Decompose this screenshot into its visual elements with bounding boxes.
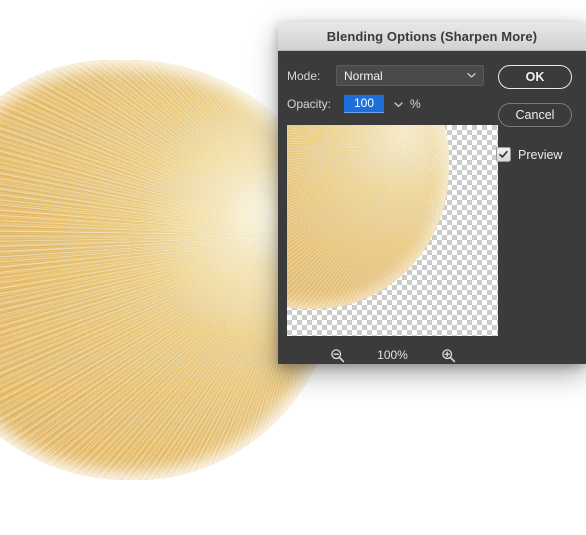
preview-checkbox-label: Preview xyxy=(518,147,563,162)
dialog-button-column: OK Cancel Preview xyxy=(496,65,574,162)
chevron-down-icon xyxy=(467,70,476,79)
preview-checkbox[interactable] xyxy=(496,147,511,162)
dialog-titlebar[interactable]: Blending Options (Sharpen More) xyxy=(278,22,586,51)
blending-options-dialog[interactable]: Blending Options (Sharpen More) Mode: No… xyxy=(278,22,586,364)
opacity-label: Opacity: xyxy=(287,97,332,111)
opacity-row: Opacity: 100 % xyxy=(287,95,421,113)
mode-row: Mode: Normal xyxy=(287,65,484,86)
zoom-out-icon[interactable] xyxy=(330,348,345,363)
preview-thumbnail[interactable] xyxy=(287,125,498,336)
cancel-button[interactable]: Cancel xyxy=(498,103,572,127)
zoom-level-label: 100% xyxy=(377,348,408,362)
mode-select[interactable]: Normal xyxy=(336,65,484,86)
zoom-controls: 100% xyxy=(287,344,498,364)
preview-artwork-blob xyxy=(287,125,449,309)
opacity-input[interactable]: 100 xyxy=(344,95,384,113)
mode-select-value: Normal xyxy=(344,68,383,83)
dialog-body: Mode: Normal Opacity: 100 % 100% OK Canc… xyxy=(278,51,586,364)
mode-label: Mode: xyxy=(287,68,321,83)
chevron-down-icon[interactable] xyxy=(394,100,403,109)
checkmark-icon xyxy=(499,150,508,158)
preview-checkbox-row[interactable]: Preview xyxy=(496,147,562,162)
ok-button[interactable]: OK xyxy=(498,65,572,89)
opacity-unit-label: % xyxy=(410,97,421,111)
dialog-title: Blending Options (Sharpen More) xyxy=(326,28,538,44)
zoom-in-icon[interactable] xyxy=(441,348,456,363)
